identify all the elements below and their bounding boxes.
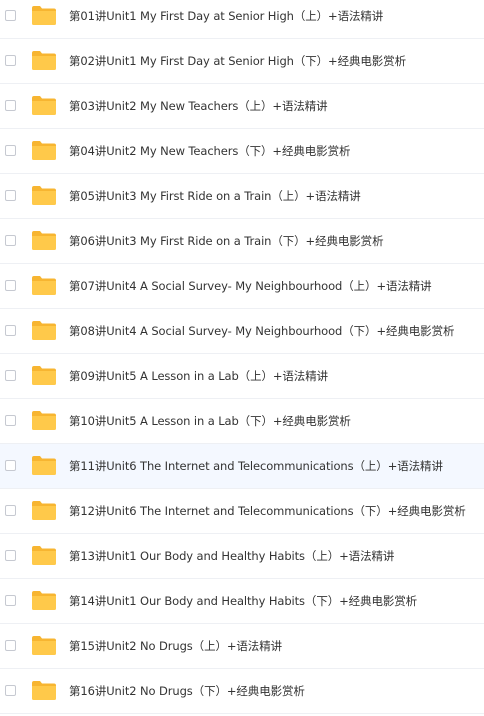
row-checkbox[interactable]: [5, 145, 16, 156]
file-row[interactable]: 第14讲Unit1 Our Body and Healthy Habits（下）…: [0, 579, 484, 624]
file-row[interactable]: 第09讲Unit5 A Lesson in a Lab（上）+语法精讲: [0, 354, 484, 399]
folder-icon[interactable]: [31, 274, 57, 296]
folder-icon[interactable]: [31, 589, 57, 611]
file-row[interactable]: 第01讲Unit1 My First Day at Senior High（上）…: [0, 0, 484, 39]
folder-icon[interactable]: [31, 634, 57, 656]
file-name[interactable]: 第14讲Unit1 Our Body and Healthy Habits（下）…: [69, 593, 417, 609]
file-name[interactable]: 第13讲Unit1 Our Body and Healthy Habits（上）…: [69, 548, 394, 564]
file-row[interactable]: 第15讲Unit2 No Drugs（上）+语法精讲: [0, 624, 484, 669]
file-name[interactable]: 第02讲Unit1 My First Day at Senior High（下）…: [69, 53, 406, 69]
row-checkbox[interactable]: [5, 235, 16, 246]
file-row[interactable]: 第12讲Unit6 The Internet and Telecommunica…: [0, 489, 484, 534]
row-checkbox[interactable]: [5, 325, 16, 336]
row-checkbox[interactable]: [5, 415, 16, 426]
row-checkbox[interactable]: [5, 370, 16, 381]
folder-icon[interactable]: [31, 319, 57, 341]
row-checkbox[interactable]: [5, 55, 16, 66]
file-row[interactable]: 第11讲Unit6 The Internet and Telecommunica…: [0, 444, 484, 489]
folder-icon[interactable]: [31, 94, 57, 116]
row-checkbox[interactable]: [5, 685, 16, 696]
file-row[interactable]: 第06讲Unit3 My First Ride on a Train（下）+经典…: [0, 219, 484, 264]
row-checkbox[interactable]: [5, 190, 16, 201]
row-checkbox[interactable]: [5, 595, 16, 606]
file-row[interactable]: 第08讲Unit4 A Social Survey- My Neighbourh…: [0, 309, 484, 354]
file-row[interactable]: 第13讲Unit1 Our Body and Healthy Habits（上）…: [0, 534, 484, 579]
row-checkbox[interactable]: [5, 505, 16, 516]
file-row[interactable]: 第04讲Unit2 My New Teachers（下）+经典电影赏析: [0, 129, 484, 174]
folder-icon[interactable]: [31, 499, 57, 521]
file-name[interactable]: 第11讲Unit6 The Internet and Telecommunica…: [69, 458, 443, 474]
folder-icon[interactable]: [31, 544, 57, 566]
row-checkbox[interactable]: [5, 460, 16, 471]
folder-icon[interactable]: [31, 229, 57, 251]
file-row[interactable]: 第16讲Unit2 No Drugs（下）+经典电影赏析: [0, 669, 484, 714]
file-row[interactable]: 第07讲Unit4 A Social Survey- My Neighbourh…: [0, 264, 484, 309]
row-checkbox[interactable]: [5, 550, 16, 561]
file-name[interactable]: 第10讲Unit5 A Lesson in a Lab（下）+经典电影赏析: [69, 413, 351, 429]
file-name[interactable]: 第15讲Unit2 No Drugs（上）+语法精讲: [69, 638, 282, 654]
row-checkbox[interactable]: [5, 10, 16, 21]
folder-icon[interactable]: [31, 454, 57, 476]
file-row[interactable]: 第03讲Unit2 My New Teachers（上）+语法精讲: [0, 84, 484, 129]
row-checkbox[interactable]: [5, 100, 16, 111]
folder-icon[interactable]: [31, 4, 57, 26]
file-name[interactable]: 第01讲Unit1 My First Day at Senior High（上）…: [69, 8, 383, 24]
file-name[interactable]: 第06讲Unit3 My First Ride on a Train（下）+经典…: [69, 233, 384, 249]
file-name[interactable]: 第16讲Unit2 No Drugs（下）+经典电影赏析: [69, 683, 305, 699]
folder-icon[interactable]: [31, 139, 57, 161]
folder-icon[interactable]: [31, 364, 57, 386]
file-name[interactable]: 第07讲Unit4 A Social Survey- My Neighbourh…: [69, 278, 432, 294]
file-name[interactable]: 第03讲Unit2 My New Teachers（上）+语法精讲: [69, 98, 328, 114]
folder-icon[interactable]: [31, 679, 57, 701]
file-row[interactable]: 第10讲Unit5 A Lesson in a Lab（下）+经典电影赏析: [0, 399, 484, 444]
file-row[interactable]: 第05讲Unit3 My First Ride on a Train（上）+语法…: [0, 174, 484, 219]
folder-icon[interactable]: [31, 409, 57, 431]
file-name[interactable]: 第05讲Unit3 My First Ride on a Train（上）+语法…: [69, 188, 361, 204]
file-row[interactable]: 第02讲Unit1 My First Day at Senior High（下）…: [0, 39, 484, 84]
folder-icon[interactable]: [31, 184, 57, 206]
file-name[interactable]: 第08讲Unit4 A Social Survey- My Neighbourh…: [69, 323, 454, 339]
folder-icon[interactable]: [31, 49, 57, 71]
row-checkbox[interactable]: [5, 640, 16, 651]
file-name[interactable]: 第09讲Unit5 A Lesson in a Lab（上）+语法精讲: [69, 368, 328, 384]
row-checkbox[interactable]: [5, 280, 16, 291]
file-name[interactable]: 第12讲Unit6 The Internet and Telecommunica…: [69, 503, 466, 519]
file-list: 第01讲Unit1 My First Day at Senior High（上）…: [0, 0, 484, 714]
file-name[interactable]: 第04讲Unit2 My New Teachers（下）+经典电影赏析: [69, 143, 350, 159]
